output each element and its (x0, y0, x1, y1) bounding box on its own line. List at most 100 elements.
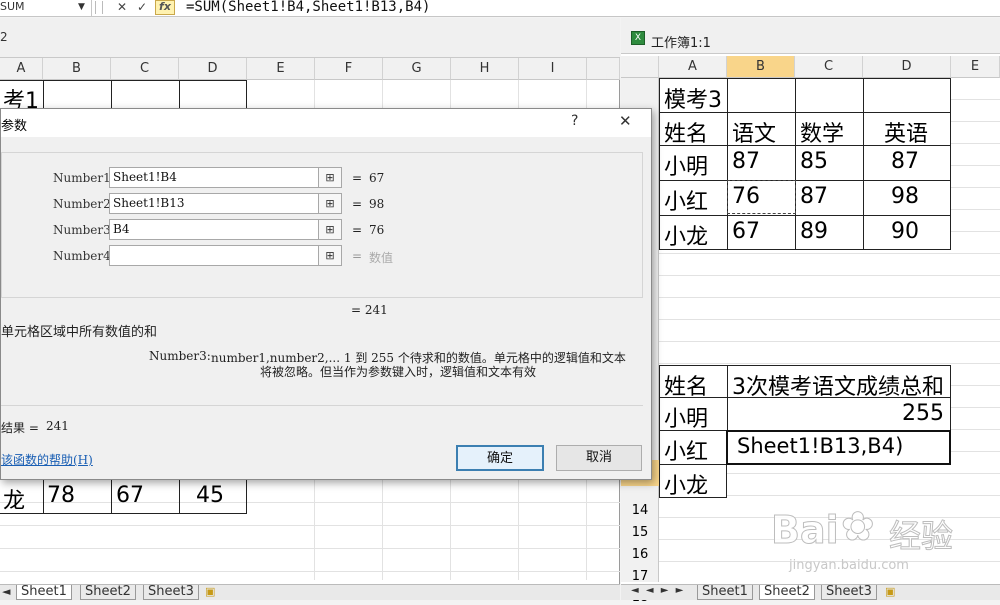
header-english[interactable]: 英语 (884, 116, 928, 148)
cancel-button[interactable]: 取消 (556, 445, 642, 471)
tab-sheet3[interactable]: Sheet3 (821, 585, 877, 600)
help-link[interactable]: 该函数的帮助(H) (1, 451, 93, 468)
table-title[interactable]: 模考3 (664, 82, 722, 114)
number3-input[interactable]: B4 (109, 219, 319, 240)
col-header-d[interactable]: D (863, 56, 951, 78)
formula-input[interactable]: =SUM(Sheet1!B4,Sheet1!B13,B4) (186, 0, 430, 15)
table-row: 小明 255 (659, 398, 951, 433)
row-header-14[interactable]: 14 (621, 503, 659, 518)
cancel-icon[interactable]: ✕ (114, 0, 130, 15)
arg-equals: = (352, 249, 363, 263)
cell-c-bottom[interactable]: 67 (116, 483, 144, 508)
left-sheet-tab-bar: ◄ Sheet1 Sheet2 Sheet3 ▣ (0, 584, 620, 600)
number1-input[interactable]: Sheet1!B4 (109, 167, 319, 188)
table-row: 小龙 (659, 465, 727, 500)
number2-input[interactable]: Sheet1!B13 (109, 193, 319, 214)
col-header-f[interactable]: F (315, 58, 383, 80)
col-header-a[interactable]: A (659, 56, 727, 78)
left-table-top: 考1 (0, 80, 247, 114)
col-header-e[interactable]: E (247, 58, 315, 80)
arg-equals: = (352, 171, 363, 185)
arg-result-placeholder: 数值 (369, 251, 394, 265)
ok-button[interactable]: 确定 (456, 445, 544, 471)
total-header-name[interactable]: 姓名 (664, 369, 708, 401)
cell-math[interactable]: 87 (800, 184, 828, 209)
cell-chinese[interactable]: 67 (732, 219, 760, 244)
cell-name[interactable]: 小明 (664, 401, 708, 433)
cell-name[interactable]: 小龙 (664, 468, 708, 500)
insert-function-icon[interactable]: fx (155, 0, 175, 15)
tab-scroll-icon[interactable]: ◄ (2, 585, 10, 598)
cell-english[interactable]: 98 (891, 184, 919, 209)
paw-icon: ✿ (841, 504, 876, 551)
row-header-15[interactable]: 15 (621, 525, 659, 540)
insert-sheet-icon[interactable]: ▣ (205, 585, 215, 598)
formula-bar: SUM ▼ ✕ ✓ fx =SUM(Sheet1!B4,Sheet1!B13,B… (0, 0, 1000, 17)
total-header-title[interactable]: 3次模考语文成绩总和 (732, 369, 944, 401)
score-table: 模考3 姓名 语文 数学 英语 小明 87 85 87 小红 76 87 98 … (659, 78, 951, 250)
cell-chinese[interactable]: 87 (732, 149, 760, 174)
header-chinese[interactable]: 语文 (732, 116, 776, 148)
col-header-h[interactable]: H (451, 58, 519, 80)
table-row: 小龙 67 89 90 (659, 216, 951, 250)
cell-english[interactable]: 90 (891, 219, 919, 244)
row-header-17[interactable]: 17 (621, 569, 659, 584)
arg-equals: = (352, 197, 363, 211)
close-icon[interactable]: ✕ (619, 112, 632, 130)
cell-editing-formula[interactable]: Sheet1!B13,B4) (737, 434, 903, 458)
col-header-b[interactable]: B (43, 58, 111, 80)
col-header-extra (587, 58, 620, 80)
collapse-dialog-icon[interactable]: ⊞ (318, 245, 342, 266)
corner-select-all[interactable] (621, 56, 659, 78)
arg-equals: = (352, 223, 363, 237)
sheet-nav-arrows[interactable]: ◄ ◄ ► ► (631, 585, 685, 596)
col-header-d[interactable]: D (179, 58, 247, 80)
name-box[interactable]: SUM ▼ (0, 0, 92, 16)
collapse-dialog-icon[interactable]: ⊞ (318, 167, 342, 188)
splitter-handle[interactable] (95, 1, 103, 14)
arg-label: Number1 (53, 171, 111, 185)
arg-result: 67 (369, 171, 385, 185)
cell-english[interactable]: 87 (891, 149, 919, 174)
dialog-title: 参数 (1, 119, 28, 134)
cell-math[interactable]: 85 (800, 149, 828, 174)
collapse-dialog-icon[interactable]: ⊞ (318, 219, 342, 240)
cell-name[interactable]: 小明 (664, 149, 708, 181)
cell-name[interactable]: 小龙 (664, 219, 708, 251)
collapse-dialog-icon[interactable]: ⊞ (318, 193, 342, 214)
column-header-row: A B C D E F G H I (0, 58, 620, 80)
number4-input[interactable] (109, 245, 319, 266)
cell-name[interactable]: 小红 (664, 434, 708, 466)
cell-math[interactable]: 89 (800, 219, 828, 244)
row-header-16[interactable]: 16 (621, 547, 659, 562)
dialog-title-bar[interactable]: 参数 ? ✕ (1, 109, 651, 137)
tab-sheet3[interactable]: Sheet3 (143, 585, 199, 600)
col-header-e[interactable]: E (951, 56, 1000, 78)
cell-total[interactable]: 255 (902, 401, 944, 426)
col-header-g[interactable]: G (383, 58, 451, 80)
cell-a-bottom[interactable]: 龙 (3, 483, 25, 515)
cell-b-bottom[interactable]: 78 (47, 483, 75, 508)
col-header-i[interactable]: I (519, 58, 587, 80)
help-icon[interactable]: ? (571, 113, 578, 129)
tab-sheet1[interactable]: Sheet1 (16, 585, 72, 600)
chevron-down-icon[interactable]: ▼ (78, 0, 85, 14)
table-row: 小红 76 87 98 (659, 180, 951, 216)
watermark-url: jingyan.baidu.com (789, 558, 909, 573)
tab-sheet2[interactable]: Sheet2 (80, 585, 136, 600)
col-header-b[interactable]: B (727, 56, 795, 78)
cell-chinese[interactable]: 76 (732, 184, 760, 209)
tab-sheet1[interactable]: Sheet1 (697, 585, 753, 600)
table-row: 小明 87 85 87 (659, 146, 951, 181)
result-value: 241 (46, 419, 69, 433)
header-math[interactable]: 数学 (800, 116, 844, 148)
header-name[interactable]: 姓名 (664, 116, 708, 148)
tab-sheet2[interactable]: Sheet2 (759, 585, 815, 600)
enter-icon[interactable]: ✓ (134, 0, 150, 15)
col-header-c[interactable]: C (111, 58, 179, 80)
col-header-c[interactable]: C (795, 56, 863, 78)
col-header-a[interactable]: A (0, 58, 43, 80)
cell-d-bottom[interactable]: 45 (196, 483, 224, 508)
insert-sheet-icon[interactable]: ▣ (885, 585, 895, 598)
cell-name[interactable]: 小红 (664, 184, 708, 216)
